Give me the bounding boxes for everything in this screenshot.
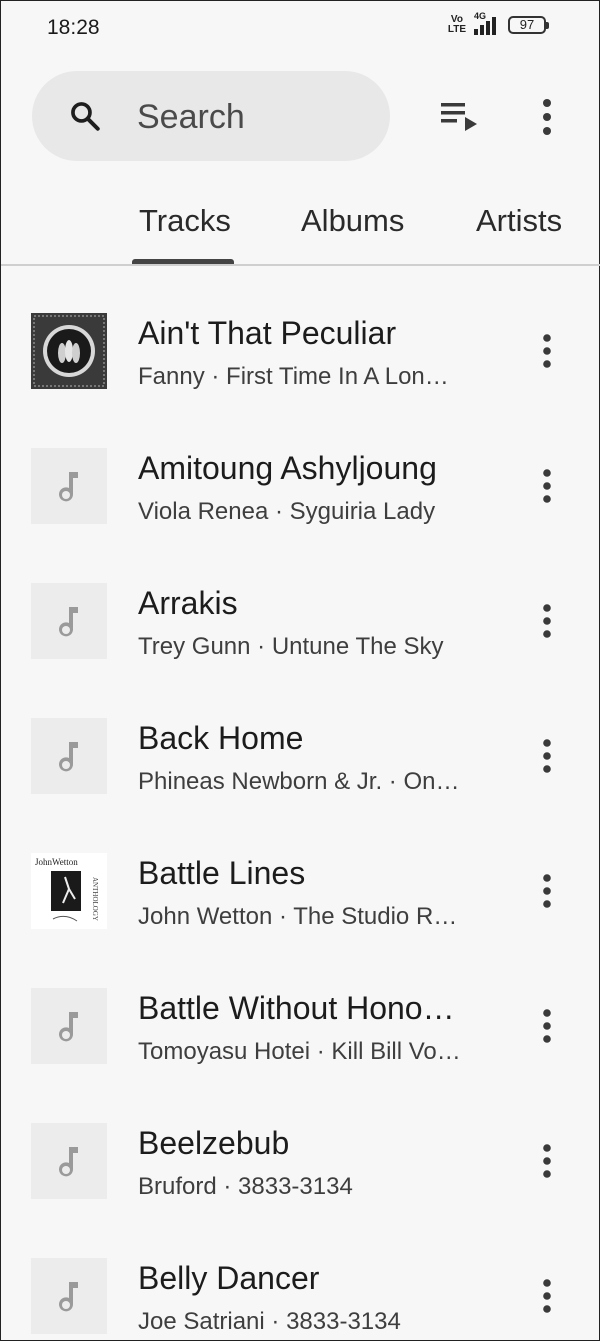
track-subtitle: Viola Renea · Syguiria Lady xyxy=(138,498,436,525)
tab-artists[interactable]: Artists xyxy=(476,203,562,239)
volte-bottom-label: LTE xyxy=(447,24,466,35)
track-title: Battle Lines xyxy=(138,855,306,891)
status-time: 18:28 xyxy=(47,16,100,39)
album-art-image xyxy=(31,313,107,389)
track-row[interactable]: JohnWetton ANTHOLOGY Battle Lines John W… xyxy=(1,841,600,976)
network-type-label: 4G xyxy=(474,11,487,21)
more-options-icon[interactable] xyxy=(533,1274,561,1318)
track-row[interactable]: Arrakis Trey Gunn · Untune The Sky xyxy=(1,571,600,706)
music-note-icon xyxy=(31,1123,107,1199)
search-icon xyxy=(71,102,100,131)
track-subtitle: John Wetton · The Studio R… xyxy=(138,903,458,930)
track-title: Amitoung Ashyljoung xyxy=(138,450,437,486)
more-options-icon[interactable] xyxy=(529,93,565,141)
battery-icon: 97 xyxy=(508,16,549,34)
music-note-icon xyxy=(31,988,107,1064)
track-subtitle: Tomoyasu Hotei · Kill Bill Vo… xyxy=(138,1038,461,1065)
queue-icon[interactable] xyxy=(433,95,483,139)
more-options-icon[interactable] xyxy=(533,869,561,913)
more-options-icon[interactable] xyxy=(533,599,561,643)
track-row[interactable]: Amitoung Ashyljoung Viola Renea · Syguir… xyxy=(1,436,600,571)
track-subtitle: Joe Satriani · 3833-3134 xyxy=(138,1308,401,1335)
music-note-icon xyxy=(31,718,107,794)
more-options-icon[interactable] xyxy=(533,734,561,778)
track-subtitle: Bruford · 3833-3134 xyxy=(138,1173,353,1200)
album-art: JohnWetton ANTHOLOGY xyxy=(31,853,107,929)
tab-bar: Tracks Albums Artists xyxy=(1,189,600,265)
search-bar[interactable]: Search xyxy=(32,71,390,161)
album-art-image: JohnWetton ANTHOLOGY xyxy=(31,853,107,929)
track-title: Back Home xyxy=(138,720,304,756)
track-subtitle: Phineas Newborn & Jr. · On… xyxy=(138,768,460,795)
music-note-icon xyxy=(31,448,107,524)
music-note-icon xyxy=(31,1258,107,1334)
track-subtitle: Fanny · First Time In A Lon… xyxy=(138,363,449,390)
track-row[interactable]: Back Home Phineas Newborn & Jr. · On… xyxy=(1,706,600,841)
more-options-icon[interactable] xyxy=(533,464,561,508)
signal-icon: 4G xyxy=(474,11,500,35)
track-title: Battle Without Hono… xyxy=(138,990,455,1026)
status-icons: Vo LTE 4G 97 xyxy=(448,11,549,35)
track-row[interactable]: Beelzebub Bruford · 3833-3134 xyxy=(1,1111,600,1246)
track-row[interactable]: Ain't That Peculiar Fanny · First Time I… xyxy=(1,301,600,436)
album-art xyxy=(31,313,107,389)
tab-albums[interactable]: Albums xyxy=(301,203,404,239)
battery-level: 97 xyxy=(508,16,546,34)
track-title: Ain't That Peculiar xyxy=(138,315,397,351)
track-title: Beelzebub xyxy=(138,1125,290,1161)
album-art-text: JohnWetton xyxy=(35,857,78,867)
track-subtitle: Trey Gunn · Untune The Sky xyxy=(138,633,444,660)
music-note-icon xyxy=(31,583,107,659)
track-title: Arrakis xyxy=(138,585,238,621)
track-title: Belly Dancer xyxy=(138,1260,320,1296)
track-row[interactable]: Belly Dancer Joe Satriani · 3833-3134 xyxy=(1,1246,600,1341)
track-row[interactable]: Battle Without Hono… Tomoyasu Hotei · Ki… xyxy=(1,976,600,1111)
volte-icon: Vo LTE xyxy=(448,15,466,35)
search-placeholder: Search xyxy=(137,98,245,136)
status-bar: 18:28 Vo LTE 4G 97 xyxy=(1,1,600,57)
album-art-side-text: ANTHOLOGY xyxy=(91,877,99,921)
divider xyxy=(1,264,600,266)
more-options-icon[interactable] xyxy=(533,329,561,373)
tab-tracks[interactable]: Tracks xyxy=(139,203,231,239)
more-options-icon[interactable] xyxy=(533,1139,561,1183)
more-options-icon[interactable] xyxy=(533,1004,561,1048)
